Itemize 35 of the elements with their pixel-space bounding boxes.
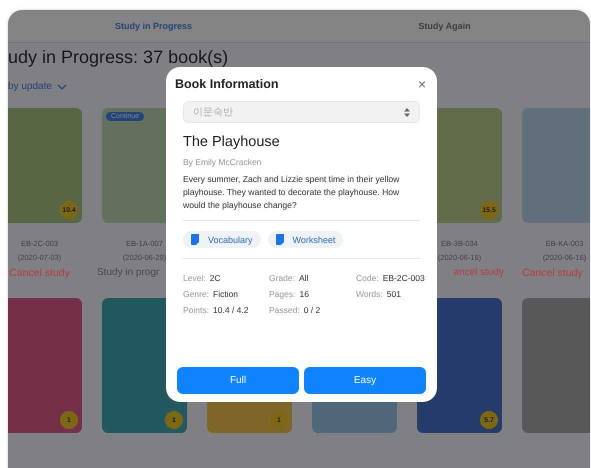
detail-label: Words:	[356, 289, 383, 299]
read-mode-button[interactable]: Easy	[304, 367, 426, 394]
sort-dropdown[interactable]: by update	[8, 81, 67, 92]
detail-label: Pages:	[269, 289, 296, 299]
detail-label: Genre:	[183, 289, 209, 299]
select-placeholder: 이문숙반	[193, 106, 233, 119]
detail-label: Level:	[183, 273, 206, 283]
detail-value: 16	[299, 289, 309, 299]
detail-label: Grade:	[269, 273, 295, 283]
book-cover[interactable]	[522, 298, 590, 433]
detail-value: EB-2C-003	[382, 273, 425, 283]
study-status-link[interactable]: Study in progr	[97, 267, 160, 278]
page-heading: udy in Progress: 37 book(s)	[8, 48, 230, 67]
detail-value: 0 / 2	[304, 305, 320, 315]
tab[interactable]: Study Again	[299, 10, 590, 42]
detail-value: Fiction	[213, 289, 238, 299]
document-icon	[191, 234, 200, 245]
dialog-title: Book Information	[175, 77, 278, 91]
detail-value: 10.4 / 4.2	[213, 305, 248, 315]
tab[interactable]: Study in Progress	[8, 10, 299, 42]
book-description: Every summer, Zach and Lizzie spent time in their yellow playhouse. They wanted to decorate the playhouse. How would the playhouse change?	[183, 173, 420, 221]
detail-value: 501	[386, 289, 401, 299]
read-mode-button[interactable]: Full	[177, 367, 299, 394]
sort-arrows-icon	[404, 108, 410, 116]
close-button[interactable]: ×	[416, 77, 428, 91]
class-select[interactable]: 이문숙반	[183, 101, 420, 123]
resource-button[interactable]: Worksheet	[268, 231, 344, 248]
resource-button[interactable]: Vocabulary	[183, 231, 261, 248]
detail-value: 2C	[210, 273, 221, 283]
detail-value: All	[299, 273, 308, 283]
detail-label: Passed:	[269, 305, 300, 315]
chevron-down-icon	[56, 84, 67, 90]
detail-label: Code:	[356, 273, 379, 283]
document-icon	[276, 234, 285, 245]
book-cover[interactable]	[522, 108, 590, 223]
